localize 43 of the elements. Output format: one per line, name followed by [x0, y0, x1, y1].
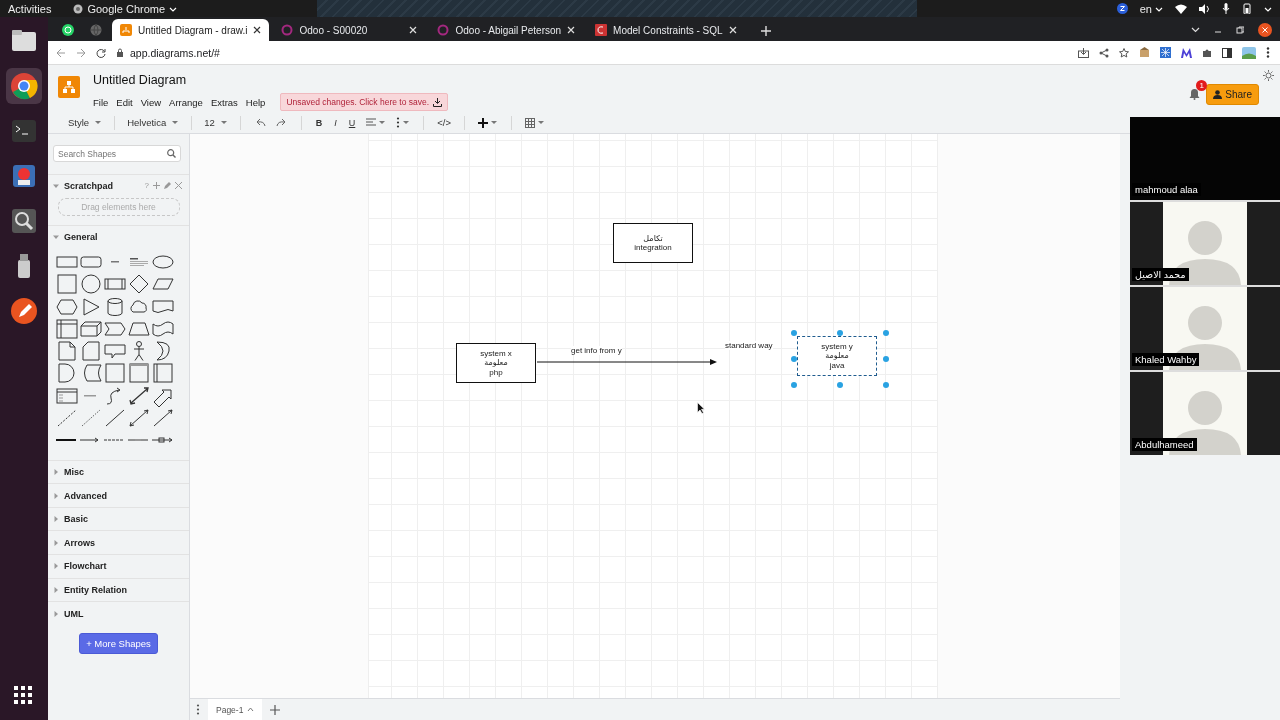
participant-name: محمد الاصيل [1132, 268, 1189, 281]
section-title[interactable]: UML [64, 608, 84, 619]
menu-item[interactable]: Edit [113, 96, 138, 108]
section-title[interactable]: Basic [64, 514, 89, 525]
address-field[interactable]: app.diagrams.net/# [130, 46, 220, 59]
connector-label[interactable]: get info from y [571, 346, 622, 355]
participant-name: mahmoud alaa [1132, 183, 1201, 196]
menu-item[interactable]: Help [242, 96, 271, 108]
browser-tab[interactable]: Untitled Diagram - draw.i [112, 19, 270, 41]
menu-item[interactable]: View [137, 96, 167, 108]
text-label[interactable]: standard way [725, 341, 773, 350]
section-title[interactable]: Arrows [64, 537, 95, 548]
font-dropdown[interactable]: Helvetica [123, 117, 184, 128]
menu-item[interactable]: Arrange [166, 96, 208, 108]
section-title[interactable]: Flowchart [64, 561, 107, 572]
page-tab[interactable]: Page-1 [208, 699, 263, 720]
html-button[interactable]: </> [432, 117, 457, 128]
diagram-title[interactable]: Untitled Diagram [93, 73, 187, 87]
section-title[interactable]: Advanced [64, 490, 107, 501]
format-button[interactable]: B [309, 117, 329, 128]
activities-button[interactable]: Activities [8, 2, 52, 15]
more-shapes-button[interactable]: + More Shapes [79, 632, 158, 654]
participant-name: Abdulhameed [1132, 438, 1197, 451]
unsaved-changes-button[interactable]: Unsaved changes. Click here to save. [280, 93, 449, 111]
section-title[interactable]: General [64, 231, 98, 242]
search-field[interactable]: Search Shapes [53, 145, 181, 162]
font-size-dropdown[interactable]: 12 [200, 117, 232, 128]
participant-name: Khaled Wahby [1132, 353, 1200, 366]
app-menu[interactable]: Google Chrome [87, 2, 166, 15]
style-dropdown[interactable]: Style [64, 117, 107, 128]
browser-tab[interactable]: Odoo - S00020 [273, 19, 426, 41]
browser-tab[interactable]: Model Constraints - SQL [587, 19, 745, 41]
section-title[interactable]: Misc [64, 466, 84, 477]
section-title[interactable]: Entity Relation [64, 584, 127, 595]
format-button[interactable]: U [342, 117, 362, 128]
format-button[interactable]: I [328, 117, 343, 128]
menu-item[interactable]: Extras [207, 96, 243, 108]
browser-tab[interactable]: Odoo - Abigail Peterson [429, 19, 584, 41]
share-button[interactable]: Share [1206, 84, 1259, 105]
section-title[interactable]: Scratchpad [64, 180, 114, 191]
notification-badge: 1 [1196, 79, 1208, 91]
keyboard-layout[interactable]: en [1139, 2, 1152, 15]
menu-item[interactable]: File [93, 96, 114, 108]
